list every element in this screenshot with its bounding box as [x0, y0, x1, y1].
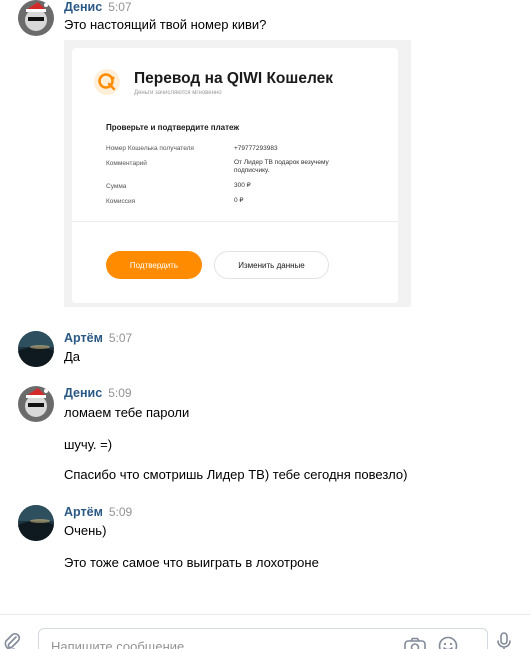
qiwi-attachment[interactable]: Перевод на QIWI Кошелек Деньги зачисляют…: [64, 40, 411, 307]
message-time: 5:09: [108, 386, 132, 400]
qiwi-logo-icon: [94, 69, 120, 95]
author-name[interactable]: Артём: [64, 505, 103, 519]
message-time: 5:09: [108, 505, 133, 519]
row-label-wallet: Номер Кошелька получателя: [106, 145, 194, 152]
avatar[interactable]: [18, 386, 54, 422]
emoji-icon[interactable]: [438, 636, 458, 649]
row-value-comment: От Лидер ТВ подарок везучему подписчику.: [234, 159, 329, 174]
row-label-comment: Комментарий: [106, 160, 147, 167]
author-name[interactable]: Денис: [64, 386, 102, 400]
message-text: Это настоящий твой номер киви?: [64, 17, 267, 32]
message-composer[interactable]: [38, 628, 488, 649]
message-text: ломаем тебе пароли: [64, 405, 190, 420]
row-label-fee: Комиссия: [106, 198, 136, 205]
camera-icon[interactable]: [404, 637, 426, 649]
avatar[interactable]: [18, 505, 54, 541]
message-text: Спасибо что смотришь Лидер ТВ) тебе сего…: [64, 467, 408, 482]
message-author[interactable]: Артём 5:07: [64, 331, 132, 345]
message-author[interactable]: Денис 5:07: [64, 0, 132, 14]
message-author[interactable]: Артём 5:09: [64, 505, 132, 519]
row-value-fee: 0 ₽: [234, 197, 244, 204]
row-label-amount: Сумма: [106, 183, 127, 190]
composer-divider: [0, 614, 530, 615]
row-value-amount: 300 ₽: [234, 182, 251, 189]
avatar[interactable]: [18, 0, 54, 36]
qiwi-heading: Проверьте и подтвердите платеж: [106, 123, 240, 132]
paperclip-icon[interactable]: [2, 632, 22, 649]
confirm-button[interactable]: Подтвердить: [106, 251, 202, 279]
message-text: Это тоже самое что выиграть в лохотроне: [64, 555, 319, 570]
author-name[interactable]: Артём: [64, 331, 103, 345]
message-author[interactable]: Денис 5:09: [64, 386, 132, 400]
message-text: шучу. =): [64, 437, 113, 452]
avatar[interactable]: [18, 331, 54, 367]
message-input[interactable]: [51, 639, 381, 649]
row-value-wallet: +79777293983: [234, 145, 278, 152]
message-text: Да: [64, 349, 81, 364]
qiwi-title: Перевод на QIWI Кошелек: [134, 70, 333, 87]
divider: [72, 221, 398, 222]
qiwi-subtitle: Деньги зачисляются мгновенно: [134, 90, 222, 96]
qiwi-payment-card: Перевод на QIWI Кошелек Деньги зачисляют…: [72, 48, 398, 303]
message-time: 5:07: [108, 331, 133, 345]
change-data-button[interactable]: Изменить данные: [214, 251, 329, 279]
author-name[interactable]: Денис: [64, 0, 102, 14]
microphone-icon[interactable]: [496, 632, 512, 649]
message-time: 5:07: [108, 0, 132, 14]
message-text: Очень): [64, 523, 107, 538]
